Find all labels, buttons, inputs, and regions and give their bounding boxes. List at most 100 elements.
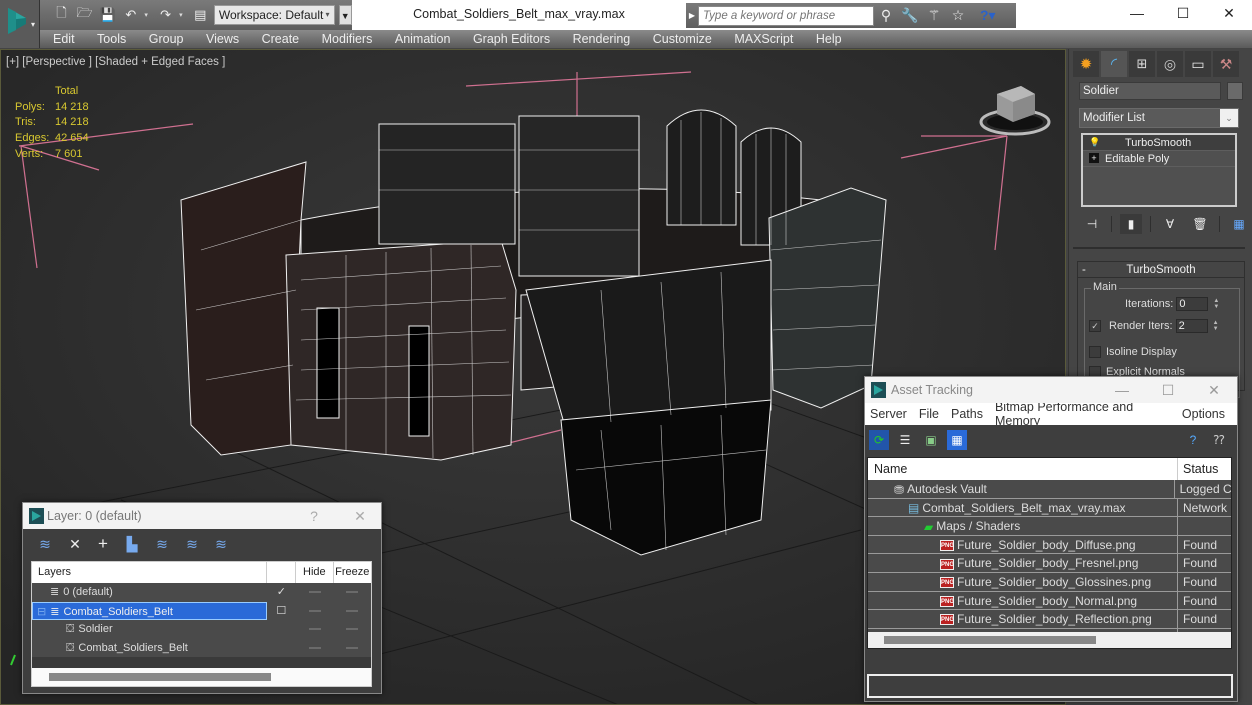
tab-hierarchy[interactable]: ⊞ [1129, 51, 1155, 77]
redo-icon[interactable]: ↷ [156, 5, 175, 25]
help-button[interactable]: ? [299, 503, 329, 529]
column-name[interactable]: Name [868, 458, 1178, 480]
layer-row[interactable]: ⊟ ≣ Combat_Soldiers_Belt ☐ [32, 601, 371, 621]
menu-create[interactable]: Create [262, 32, 300, 46]
column-current[interactable] [267, 562, 297, 583]
collapse-icon[interactable]: ⊟ [37, 606, 46, 618]
remove-modifier-icon[interactable]: 🗑 [1189, 214, 1211, 234]
menu-help[interactable]: Help [816, 32, 842, 46]
menu-rendering[interactable]: Rendering [573, 32, 631, 46]
thumbnail-view-icon[interactable]: ▣ [921, 430, 941, 450]
menu-group[interactable]: Group [149, 32, 184, 46]
render-iters-input[interactable]: 2 [1175, 319, 1208, 333]
save-icon[interactable]: 💾 [98, 5, 117, 25]
key-icon[interactable]: 🔧 [898, 7, 922, 24]
stack-item-turbosmooth[interactable]: 💡 TurboSmooth [1083, 135, 1235, 151]
table-row[interactable]: PNG Future_Soldier_body_Reflection.png Fo… [868, 610, 1231, 629]
table-row[interactable]: PNG Future_Soldier_body_Diffuse.png Found [868, 535, 1231, 555]
tab-utilities[interactable]: ⚒ [1213, 51, 1239, 77]
show-end-result-icon[interactable]: ▮ [1120, 214, 1142, 234]
modifier-list-dropdown[interactable]: Modifier List ⌄ [1079, 108, 1239, 128]
freeze-toggle[interactable] [334, 639, 371, 658]
set-current-layer-icon[interactable]: ≋ [182, 535, 202, 553]
menu-tools[interactable]: Tools [97, 32, 126, 46]
tab-create[interactable]: ✹ [1073, 51, 1099, 77]
refresh-icon[interactable]: ⟳ [869, 430, 889, 450]
table-row[interactable]: PNG Future_Soldier_body_Fresnel.png Found [868, 554, 1231, 573]
table-row[interactable]: PNG Future_Soldier_body_Normal.png Found [868, 591, 1231, 611]
object-name-field[interactable]: Soldier [1079, 82, 1221, 100]
layer-row[interactable]: ≣ 0 (default) ✓ [32, 583, 371, 602]
plus-icon[interactable]: + [1089, 153, 1099, 163]
table-view-icon[interactable]: ▦ [947, 430, 967, 450]
current-layer-mark[interactable]: ☐ [267, 602, 297, 621]
new-file-icon[interactable]: 🗋 [52, 5, 71, 25]
stack-item-editable-poly[interactable]: + Editable Poly [1083, 151, 1235, 167]
new-layer-icon[interactable]: ≋ [35, 535, 55, 553]
star-icon[interactable]: ☆ [946, 7, 970, 24]
menu-modifiers[interactable]: Modifiers [322, 32, 373, 46]
binoculars-icon[interactable]: ⚲ [874, 7, 898, 24]
scrollbar-thumb[interactable] [49, 673, 271, 681]
select-objects-icon[interactable]: ▙ [122, 535, 142, 553]
menu-edit[interactable]: Edit [53, 32, 75, 46]
lightbulb-icon[interactable]: 💡 [1089, 137, 1100, 147]
help-icon[interactable]: ? [1183, 430, 1203, 450]
hide-toggle[interactable] [296, 602, 333, 621]
spinner-arrows-icon[interactable]: ▲ ▼ [1213, 320, 1221, 332]
freeze-toggle[interactable] [334, 620, 371, 639]
layer-row[interactable]: ⛋ Soldier [32, 620, 371, 639]
layer-window-title-bar[interactable]: Layer: 0 (default) ? ✕ [23, 503, 381, 529]
table-row[interactable]: ▰ Maps / Shaders [868, 517, 1231, 536]
tab-display[interactable]: ▭ [1185, 51, 1211, 77]
menu-server[interactable]: Server [870, 407, 907, 421]
menu-options[interactable]: Options [1182, 407, 1225, 421]
freeze-toggle[interactable] [334, 602, 371, 621]
close-button[interactable]: ✕ [1206, 0, 1252, 28]
current-layer-mark[interactable]: ✓ [267, 583, 297, 602]
menu-paths[interactable]: Paths [951, 407, 983, 421]
asset-tracking-title-bar[interactable]: Asset Tracking — ☐ ✕ [865, 377, 1237, 403]
layer-row[interactable]: ⛋ Combat_Soldiers_Belt [32, 638, 371, 658]
table-row[interactable]: ▤ Combat_Soldiers_Belt_max_vray.max Netwo… [868, 498, 1231, 518]
menu-bitmap-performance[interactable]: Bitmap Performance and Memory [995, 400, 1170, 428]
undo-icon[interactable]: ↶ [121, 5, 140, 25]
configure-modifier-sets-icon[interactable]: ▦ [1228, 214, 1250, 234]
delete-layer-icon[interactable]: ✕ [65, 535, 85, 553]
object-color-swatch[interactable] [1227, 82, 1243, 100]
horizontal-scrollbar[interactable] [868, 632, 1231, 648]
menu-views[interactable]: Views [206, 32, 239, 46]
application-menu-button[interactable]: ▾ [0, 0, 40, 48]
make-unique-icon[interactable]: ∀ [1159, 214, 1181, 234]
undo-dropdown-icon[interactable]: ▾ [144, 11, 152, 19]
table-row[interactable]: ⛃ Autodesk Vault Logged C [868, 480, 1231, 499]
asset-path-field[interactable] [867, 674, 1233, 698]
help-icon[interactable]: ?▾ [980, 7, 1008, 24]
hide-toggle[interactable] [296, 583, 333, 602]
column-freeze[interactable]: Freeze [334, 562, 371, 583]
table-row[interactable]: PNG Future_Soldier_body_Glossines.png Fou… [868, 572, 1231, 592]
column-hide[interactable]: Hide [296, 562, 334, 583]
isoline-display-checkbox[interactable] [1089, 346, 1101, 358]
render-iters-checkbox[interactable]: ✓ [1089, 320, 1101, 332]
close-button[interactable]: ✕ [1191, 377, 1237, 403]
menu-maxscript[interactable]: MAXScript [734, 32, 793, 46]
menu-customize[interactable]: Customize [653, 32, 712, 46]
column-status[interactable]: Status [1178, 458, 1218, 480]
redo-dropdown-icon[interactable]: ▾ [179, 11, 187, 19]
customize-qat-button[interactable]: ▼ [338, 5, 352, 25]
select-layer-icon[interactable]: ≋ [152, 535, 172, 553]
tab-motion[interactable]: ◎ [1157, 51, 1183, 77]
expand-search-icon[interactable]: ▶ [686, 11, 698, 20]
hide-toggle[interactable] [296, 639, 333, 658]
menu-animation[interactable]: Animation [395, 32, 451, 46]
open-file-icon[interactable]: 🗁 [75, 5, 94, 25]
scrollbar-thumb[interactable] [884, 636, 1096, 644]
menu-file[interactable]: File [919, 407, 939, 421]
tab-modify[interactable]: ◜ [1101, 51, 1127, 77]
search-input[interactable] [698, 5, 874, 26]
maximize-button[interactable]: ☐ [1160, 0, 1206, 28]
horizontal-scrollbar[interactable] [32, 668, 371, 686]
minimize-button[interactable]: — [1099, 377, 1145, 403]
menu-graph-editors[interactable]: Graph Editors [473, 32, 550, 46]
